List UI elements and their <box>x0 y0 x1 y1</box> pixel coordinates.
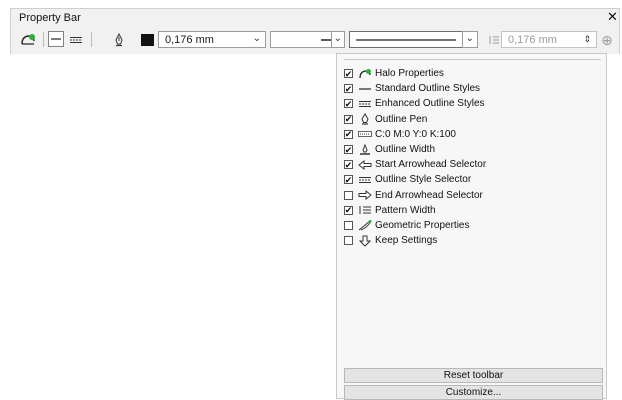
menu-item-label: C:0 M:0 Y:0 K:100 <box>375 128 456 140</box>
close-button[interactable]: ✕ <box>607 9 618 25</box>
menu-items-list: ✔ Halo Properties ✔ Standard Outline Styles… <box>344 66 486 248</box>
outline-width-value: 0,176 mm <box>165 34 214 46</box>
menu-item[interactable]: Geometric Properties <box>344 218 486 233</box>
outline-pen-button[interactable] <box>111 30 127 50</box>
pattern-width-field[interactable]: 0,176 mm ⇕ <box>501 31 597 48</box>
menu-item[interactable]: Keep Settings <box>344 233 486 248</box>
menu-item[interactable]: ✔ C:0 M:0 Y:0 K:100 <box>344 127 486 142</box>
menu-item[interactable]: ✔ Outline Pen <box>344 112 486 127</box>
pattern-width-button[interactable] <box>487 30 501 50</box>
start-arrowhead-dropdown[interactable]: ⌄ <box>331 31 345 48</box>
pattern-width-icon <box>489 36 499 44</box>
outline-style-combo[interactable] <box>349 31 478 48</box>
outline-style-dropdown[interactable]: ⌄ <box>462 31 478 48</box>
pen-nib-icon <box>115 33 123 47</box>
menu-item-label: Start Arrowhead Selector <box>375 159 487 171</box>
halo-button[interactable] <box>17 30 39 50</box>
menu-item-label: Keep Settings <box>375 235 438 247</box>
pen-nib-icon <box>357 113 372 125</box>
menu-item-label: Halo Properties <box>375 68 444 80</box>
start-arrow-icon <box>357 159 372 170</box>
separator <box>43 32 44 47</box>
menu-item[interactable]: ✔ Standard Outline Styles <box>344 81 486 96</box>
menu-item[interactable]: ✔ Enhanced Outline Styles <box>344 96 486 111</box>
panel-title: Property Bar <box>19 12 81 24</box>
checkbox-checked[interactable]: ✔ <box>344 175 353 185</box>
checkbox-unchecked[interactable] <box>344 220 353 230</box>
pattern-width-value: 0,176 mm <box>508 34 557 46</box>
checkbox-checked[interactable]: ✔ <box>344 160 353 170</box>
keep-settings-icon <box>357 235 372 247</box>
checkbox-checked[interactable]: ✔ <box>344 145 353 155</box>
outline-width-combo[interactable]: 0,176 mm ⌄ <box>158 31 266 48</box>
halo-icon <box>21 34 35 45</box>
line-icon <box>356 39 456 41</box>
property-bar-panel: Property Bar ✕ 0,176 mm ⌄ ⌄ ⌄ 0,176 mm ⇕… <box>10 8 620 54</box>
color-swatch-icon <box>357 131 372 138</box>
enhanced-line-icon <box>70 37 82 43</box>
add-icon[interactable]: ⊕ <box>599 30 615 50</box>
menu-item[interactable]: ✔ Outline Width <box>344 142 486 157</box>
menu-item-label: Enhanced Outline Styles <box>375 98 485 110</box>
chevron-down-icon: ⌄ <box>333 33 342 44</box>
menu-item[interactable]: End Arrowhead Selector <box>344 188 486 203</box>
menu-item-label: Geometric Properties <box>375 219 470 231</box>
property-bar-toolbar: 0,176 mm ⌄ ⌄ ⌄ 0,176 mm ⇕ ⊕ <box>11 30 619 52</box>
menu-divider <box>344 59 601 60</box>
enhanced-outline-button[interactable] <box>68 30 84 50</box>
menu-item[interactable]: ✔ Outline Style Selector <box>344 172 486 187</box>
checkbox-unchecked[interactable] <box>344 236 353 246</box>
checkbox-checked[interactable]: ✔ <box>344 99 353 109</box>
menu-item[interactable]: ✔ Start Arrowhead Selector <box>344 157 486 172</box>
checkbox-checked[interactable]: ✔ <box>344 129 353 139</box>
reset-toolbar-button[interactable]: Reset toolbar <box>344 368 603 383</box>
outline-color-swatch[interactable] <box>141 34 154 46</box>
menu-item[interactable]: ✔ Pattern Width <box>344 203 486 218</box>
separator <box>91 32 92 47</box>
menu-item-label: Outline Pen <box>375 113 428 125</box>
stepper-icon[interactable]: ⇕ <box>583 34 591 45</box>
menu-item-label: Pattern Width <box>375 204 436 216</box>
line-icon <box>51 38 61 40</box>
line-icon <box>357 86 372 92</box>
enhanced-line-icon <box>357 100 372 108</box>
outline-style-icon <box>357 176 372 184</box>
pattern-width-icon <box>357 205 372 215</box>
standard-outline-button[interactable] <box>48 31 64 47</box>
menu-item[interactable]: ✔ Halo Properties <box>344 66 486 81</box>
menu-item-label: Outline Width <box>375 144 436 156</box>
chevron-down-icon: ⌄ <box>465 33 474 44</box>
chevron-down-icon: ⌄ <box>252 33 261 44</box>
halo-icon <box>357 68 372 80</box>
end-arrow-icon <box>357 190 372 201</box>
menu-item-label: Standard Outline Styles <box>375 83 481 95</box>
customize-button[interactable]: Customize... <box>344 385 603 400</box>
checkbox-checked[interactable]: ✔ <box>344 69 353 79</box>
menu-item-label: Outline Style Selector <box>375 174 472 186</box>
checkbox-unchecked[interactable] <box>344 190 353 200</box>
checkbox-checked[interactable]: ✔ <box>344 84 353 94</box>
toolbar-items-menu: ✔ Halo Properties ✔ Standard Outline Styles… <box>336 53 607 400</box>
checkbox-checked[interactable]: ✔ <box>344 114 353 124</box>
menu-item-label: End Arrowhead Selector <box>375 189 483 201</box>
checkbox-checked[interactable]: ✔ <box>344 205 353 215</box>
geometric-icon <box>357 219 372 231</box>
outline-width-icon <box>357 143 372 156</box>
